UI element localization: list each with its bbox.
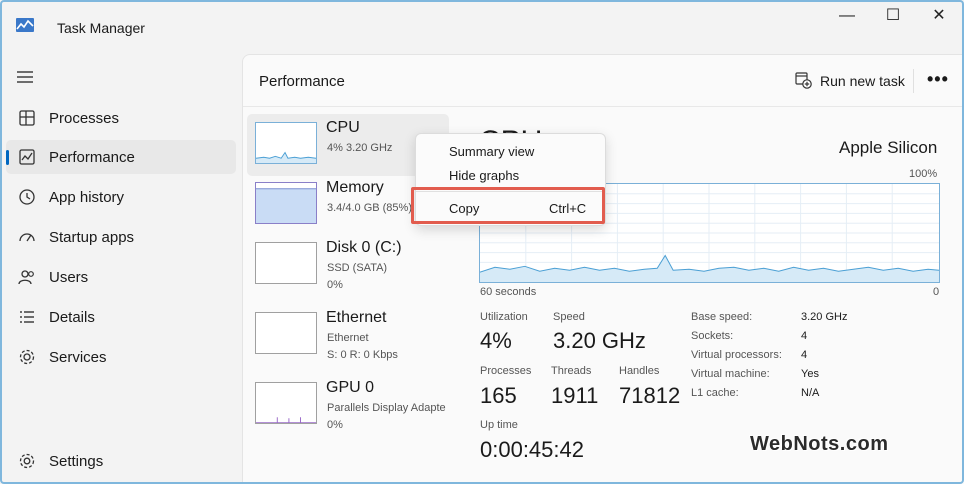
device-name: Ethernet xyxy=(326,309,387,326)
spec-value: Yes xyxy=(801,368,819,380)
sidebar-item-label: Processes xyxy=(49,110,120,127)
sidebar-item-details[interactable]: Details xyxy=(6,300,236,334)
startup-gauge-icon xyxy=(19,233,35,242)
spec-value: N/A xyxy=(801,387,820,399)
menu-item-label: Summary view xyxy=(449,144,535,159)
menu-item-hide-graphs[interactable]: Hide graphs xyxy=(416,163,605,187)
menu-item-label: Hide graphs xyxy=(449,168,520,183)
copy-highlight-annotation xyxy=(411,187,605,224)
sidebar-item-label: Services xyxy=(49,349,107,366)
speed-label: Speed xyxy=(553,311,585,323)
uptime-label: Up time xyxy=(480,419,518,431)
performance-icon xyxy=(19,149,35,165)
graph-time-label: 60 seconds xyxy=(480,286,537,298)
device-name: CPU xyxy=(326,119,360,136)
spec-label: Virtual machine: xyxy=(691,368,770,380)
main-panel: Performance Run new task ••• CPU 4% 3.20… xyxy=(242,54,964,484)
device-subtitle-2: S: 0 R: 0 Kbps xyxy=(327,349,398,361)
page-title: Performance xyxy=(259,73,345,90)
sidebar-item-label: App history xyxy=(49,189,125,206)
device-subtitle: Parallels Display Adapte xyxy=(327,402,446,414)
spec-label: Virtual processors: xyxy=(691,349,782,361)
device-name: GPU 0 xyxy=(326,379,375,396)
more-options-button[interactable]: ••• xyxy=(927,69,949,90)
sidebar-item-label: Performance xyxy=(49,149,135,166)
device-subtitle-2: 0% xyxy=(327,279,343,291)
task-manager-icon xyxy=(16,18,34,32)
sidebar: Processes Performance App history Startu… xyxy=(0,54,242,484)
spec-label: Sockets: xyxy=(691,330,734,342)
sidebar-item-performance[interactable]: Performance xyxy=(6,140,236,174)
handles-label: Handles xyxy=(619,365,660,377)
sidebar-item-app-history[interactable]: App history xyxy=(6,180,236,214)
gpu-thumbnail-graph xyxy=(255,382,317,424)
users-icon xyxy=(18,270,34,285)
active-indicator xyxy=(6,150,9,165)
speed-value: 3.20 GHz xyxy=(553,328,646,353)
utilization-value: 4% xyxy=(480,328,512,353)
watermark: WebNots.com xyxy=(750,433,889,455)
title-bar: Task Manager — ☐ ✕ xyxy=(0,0,964,54)
hamburger-menu-icon[interactable] xyxy=(17,70,33,84)
graph-max-label: 100% xyxy=(909,168,938,180)
processes-label: Processes xyxy=(480,365,532,377)
device-name: Memory xyxy=(326,179,384,196)
settings-gear-icon xyxy=(19,453,35,469)
settings-label: Settings xyxy=(49,453,104,470)
sidebar-item-label: Users xyxy=(49,269,89,286)
device-subtitle: 3.4/4.0 GB (85%) xyxy=(327,202,412,214)
memory-thumbnail-graph xyxy=(255,182,317,224)
graph-min-label: 0 xyxy=(933,286,940,298)
utilization-label: Utilization xyxy=(480,311,528,323)
spec-value: 4 xyxy=(801,330,808,342)
sidebar-item-services[interactable]: Services xyxy=(6,340,236,374)
minimize-button[interactable]: — xyxy=(824,6,870,26)
sidebar-item-label: Details xyxy=(49,309,95,326)
device-subtitle: Ethernet xyxy=(327,332,369,344)
menu-item-summary-view[interactable]: Summary view xyxy=(416,139,605,163)
run-new-task-label: Run new task xyxy=(820,73,905,89)
handles-value: 71812 xyxy=(619,383,681,408)
device-item-gpu[interactable]: GPU 0 Parallels Display Adapte 0% xyxy=(247,374,449,436)
window-title: Task Manager xyxy=(57,20,145,36)
disk-thumbnail-graph xyxy=(255,242,317,284)
spec-label: L1 cache: xyxy=(691,387,739,399)
sidebar-item-label: Startup apps xyxy=(49,229,135,246)
uptime-value: 0:00:45:42 xyxy=(480,437,584,462)
run-task-icon xyxy=(795,72,812,89)
spec-value: 3.20 GHz xyxy=(801,311,848,323)
history-icon xyxy=(19,189,35,205)
device-name: Disk 0 (C:) xyxy=(326,239,402,256)
ethernet-thumbnail-graph xyxy=(255,312,317,354)
main-header: Performance Run new task ••• xyxy=(243,55,963,107)
threads-label: Threads xyxy=(551,365,592,377)
device-item-ethernet[interactable]: Ethernet Ethernet S: 0 R: 0 Kbps xyxy=(247,304,449,366)
spec-label: Base speed: xyxy=(691,311,753,323)
device-subtitle: SSD (SATA) xyxy=(327,262,388,274)
cpu-thumbnail-graph xyxy=(255,122,317,164)
device-item-disk[interactable]: Disk 0 (C:) SSD (SATA) 0% xyxy=(247,234,449,296)
sidebar-item-processes[interactable]: Processes xyxy=(6,101,236,135)
sidebar-item-settings[interactable]: Settings xyxy=(6,444,236,478)
processes-icon xyxy=(19,110,35,126)
sidebar-item-startup-apps[interactable]: Startup apps xyxy=(6,220,236,254)
spec-value: 4 xyxy=(801,349,808,361)
processor-brand: Apple Silicon xyxy=(839,138,938,157)
close-button[interactable]: ✕ xyxy=(916,6,962,26)
threads-value: 1911 xyxy=(551,383,599,408)
processes-value: 165 xyxy=(480,383,517,408)
details-list-icon xyxy=(20,311,34,323)
maximize-button[interactable]: ☐ xyxy=(870,6,916,26)
header-divider xyxy=(913,69,914,93)
services-gear-icon xyxy=(19,349,35,365)
device-subtitle-2: 0% xyxy=(327,419,343,431)
sidebar-item-users[interactable]: Users xyxy=(6,260,236,294)
